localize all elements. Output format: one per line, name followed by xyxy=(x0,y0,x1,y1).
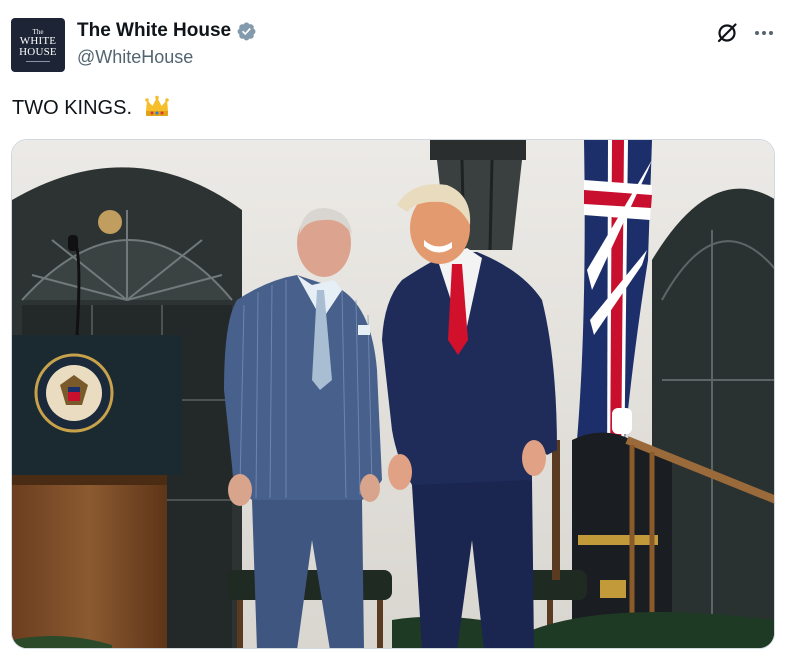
grok-icon[interactable] xyxy=(715,21,739,45)
more-icon[interactable] xyxy=(752,21,776,45)
photo-scene xyxy=(12,140,774,648)
display-name[interactable]: The White House xyxy=(77,20,231,42)
tweet-text: TWO KINGS. xyxy=(12,95,170,120)
profile-avatar[interactable]: The WHITE HOUSE xyxy=(11,18,65,72)
verified-badge-icon[interactable] xyxy=(236,21,257,42)
crown-emoji-icon xyxy=(144,95,169,116)
avatar-logo-divider xyxy=(26,61,50,62)
tweet-photo[interactable] xyxy=(11,139,775,649)
tweet-text-body: TWO KINGS. xyxy=(12,97,132,119)
name-row: The White House xyxy=(77,20,257,42)
avatar-logo-line2: HOUSE xyxy=(19,46,57,58)
account-handle[interactable]: @WhiteHouse xyxy=(77,47,193,68)
